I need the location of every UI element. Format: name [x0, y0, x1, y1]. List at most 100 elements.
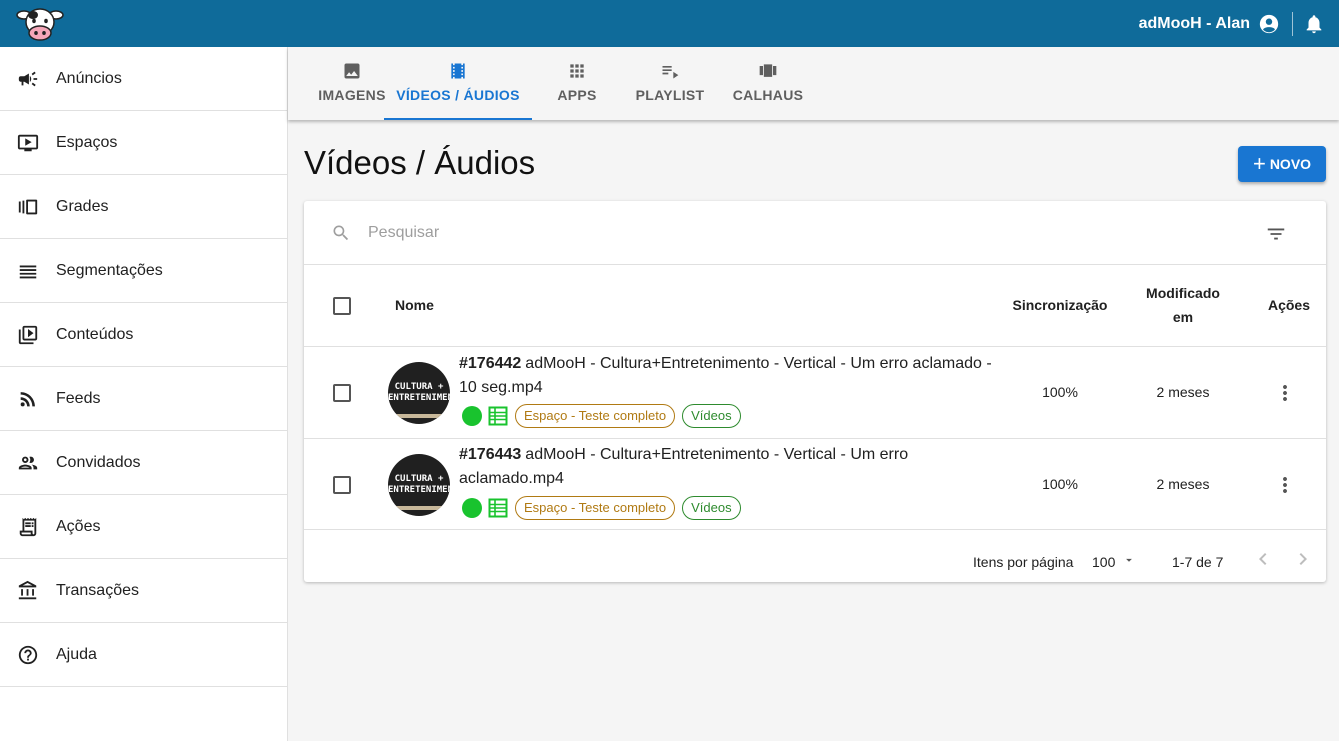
thumbnail-text: CULTURA + ENTRETENIMENTO: [388, 382, 450, 404]
modified-value: 2 meses: [1156, 384, 1210, 400]
table-row[interactable]: CULTURA + ENTRETENIMENTO #176442adMooH -…: [304, 347, 1326, 439]
row-checkbox[interactable]: [333, 476, 351, 494]
sidebar-item-acoes[interactable]: Ações: [0, 495, 287, 559]
sidebar-item-transacoes[interactable]: Transações: [0, 559, 287, 623]
select-all-checkbox[interactable]: [333, 297, 351, 315]
row-checkbox[interactable]: [333, 384, 351, 402]
playlist-icon: [662, 66, 679, 79]
filter-icon[interactable]: [1265, 223, 1287, 245]
space-tag[interactable]: Espaço - Teste completo: [515, 404, 676, 428]
previous-page-icon[interactable]: [1251, 547, 1275, 571]
sidebar-item-grades[interactable]: Grades: [0, 175, 287, 239]
help-icon: [16, 643, 40, 667]
media-title[interactable]: #176442 adMooH - Cultura+Entretenimento -…: [459, 352, 999, 400]
screen-play-icon: [16, 131, 40, 155]
column-header-modified-line1[interactable]: Modificado: [1133, 281, 1233, 305]
sidebar-item-convidados[interactable]: Convidados: [0, 431, 287, 495]
carousel-icon: [16, 195, 40, 219]
thumbnail-text: CULTURA + ENTRETENIMENTO: [388, 474, 450, 496]
account-circle-icon[interactable]: [1258, 13, 1280, 35]
column-header-name[interactable]: Nome: [395, 293, 434, 317]
sync-value: 100%: [1042, 384, 1078, 400]
tab-label: PLAYLIST: [635, 87, 705, 103]
media-tags: Espaço - Teste completo Vídeos: [462, 496, 748, 520]
user-area: adMooH - Alan: [1139, 0, 1339, 47]
bank-icon: [16, 579, 40, 603]
sidebar-item-anuncios[interactable]: Anúncios: [0, 47, 287, 111]
media-type-tabs: IMAGENS VÍDEOS / ÁUDIOS APPS PLAYLIST CA…: [288, 47, 1339, 120]
column-header-sync[interactable]: Sincronização: [1010, 293, 1110, 317]
dropdown-arrow-icon[interactable]: [1122, 553, 1136, 567]
film-icon: [451, 63, 465, 79]
thumbnail-line1: CULTURA +: [394, 474, 444, 484]
sidebar-item-label: Anúncios: [56, 69, 122, 87]
media-table-card: Nome Sincronização Modificado em Ações C…: [304, 201, 1326, 582]
lines-icon: [16, 259, 40, 283]
more-vert-icon[interactable]: [1273, 473, 1297, 497]
search-bar: [304, 201, 1326, 265]
column-header-actions: Ações: [1267, 297, 1311, 313]
type-tag[interactable]: Vídeos: [682, 404, 741, 428]
table-row[interactable]: CULTURA + ENTRETENIMENTO #176443adMooH -…: [304, 438, 1326, 530]
media-title[interactable]: #176443 adMooH - Cultura+Entretenimento -…: [459, 443, 929, 491]
sidebar-item-segmentacoes[interactable]: Segmentações: [0, 239, 287, 303]
modified-value: 2 meses: [1156, 476, 1210, 492]
media-id: #176442: [459, 355, 522, 372]
list-table-icon: [488, 498, 508, 518]
space-tag[interactable]: Espaço - Teste completo: [515, 496, 676, 520]
sidebar-item-label: Espaços: [56, 133, 118, 151]
next-page-icon[interactable]: [1291, 547, 1315, 571]
rss-icon: [16, 387, 40, 411]
pagination-bar: Itens por página 100 1-7 de 7: [304, 531, 1326, 582]
items-per-page-label: Itens por página: [973, 554, 1074, 570]
megaphone-icon: [16, 67, 40, 91]
thumbnail-line2: ENTRETENIMENTO: [388, 393, 450, 403]
status-dot-icon: [462, 406, 482, 426]
items-per-page-select[interactable]: 100: [1092, 554, 1115, 570]
sidebar-item-feeds[interactable]: Feeds: [0, 367, 287, 431]
column-header-modified-line2[interactable]: em: [1133, 305, 1233, 329]
tab-label: VÍDEOS / ÁUDIOS: [396, 87, 520, 103]
search-input[interactable]: [368, 219, 968, 247]
new-button-label: NOVO: [1269, 156, 1312, 172]
sidebar-item-ajuda[interactable]: Ajuda: [0, 623, 287, 687]
sidebar-item-label: Convidados: [56, 453, 141, 471]
tab-label: CALHAUS: [732, 87, 804, 103]
sidebar-item-label: Feeds: [56, 389, 101, 407]
thumbnail-line1: CULTURA +: [394, 382, 444, 392]
tab-label: IMAGENS: [318, 87, 386, 103]
receipt-icon: [16, 515, 40, 539]
view-carousel-icon: [759, 64, 777, 77]
plus-icon: +: [1252, 151, 1266, 176]
tab-videos-audios[interactable]: VÍDEOS / ÁUDIOS: [384, 47, 532, 120]
status-dot-icon: [462, 498, 482, 518]
thumbnail-strip: [388, 414, 450, 418]
image-icon: [344, 63, 360, 79]
sidebar-item-label: Segmentações: [56, 261, 163, 279]
list-table-icon: [488, 406, 508, 426]
page-title: Vídeos / Áudios: [304, 144, 536, 181]
top-app-bar: adMooH - Alan: [0, 0, 1339, 47]
tab-calhaus[interactable]: CALHAUS: [724, 47, 812, 120]
toolbar-divider: [1292, 11, 1293, 36]
tab-apps[interactable]: APPS: [532, 47, 622, 120]
table-header: Nome Sincronização Modificado em Ações: [304, 265, 1326, 347]
thumbnail-strip: [388, 506, 450, 510]
user-name[interactable]: adMooH - Alan: [1139, 15, 1250, 33]
media-tags: Espaço - Teste completo Vídeos: [462, 404, 748, 428]
people-icon: [16, 451, 40, 475]
type-tag[interactable]: Vídeos: [682, 496, 741, 520]
notification-bell-icon[interactable]: [1303, 13, 1325, 35]
sidebar-item-espacos[interactable]: Espaços: [0, 111, 287, 175]
tab-label: APPS: [557, 87, 597, 103]
sidebar-item-label: Conteúdos: [56, 325, 134, 343]
new-button[interactable]: + NOVO: [1238, 146, 1326, 182]
sidebar-item-conteudos[interactable]: Conteúdos: [0, 303, 287, 367]
more-vert-icon[interactable]: [1273, 381, 1297, 405]
tab-playlist[interactable]: PLAYLIST: [624, 47, 716, 120]
cow-logo-icon[interactable]: [16, 6, 64, 42]
page-range: 1-7 de 7: [1172, 554, 1224, 570]
media-name: adMooH - Cultura+Entretenimento - Vertic…: [459, 446, 909, 487]
sidebar-item-label: Ajuda: [56, 645, 97, 663]
video-library-icon: [16, 323, 40, 347]
